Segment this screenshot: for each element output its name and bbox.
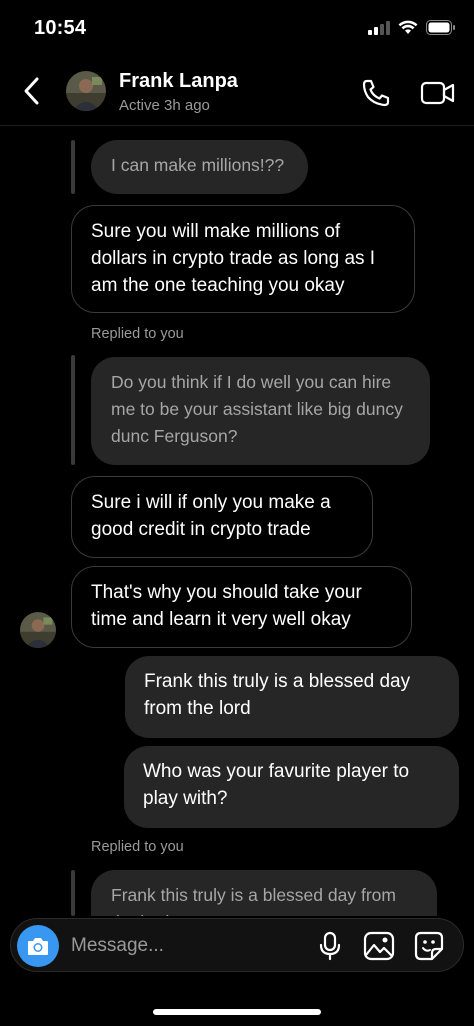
avatar-photo (20, 612, 56, 648)
partial-quoted-container: Frank this truly is a blessed day from t… (91, 870, 437, 916)
status-time: 10:54 (34, 17, 87, 39)
phone-icon (362, 79, 390, 107)
chevron-left-icon (24, 77, 39, 105)
back-button[interactable] (16, 74, 46, 108)
video-call-button[interactable] (420, 78, 456, 108)
sticker-button[interactable] (413, 930, 445, 962)
reply-label: Replied to you (91, 839, 184, 855)
cellular-signal-icon (368, 20, 390, 35)
status-icons (368, 20, 456, 35)
video-camera-icon (420, 81, 455, 105)
avatar-photo (66, 71, 106, 111)
quote-bar (71, 140, 75, 194)
quote-bar (71, 355, 75, 465)
gallery-icon (363, 931, 395, 961)
message-composer (10, 918, 464, 972)
received-message[interactable]: That's why you should take your time and… (71, 566, 412, 648)
quote-bar (71, 870, 75, 916)
chat-header: Frank Lanpa Active 3h ago (0, 56, 474, 126)
contact-status: Active 3h ago (119, 97, 210, 114)
wifi-icon (398, 20, 418, 34)
status-bar: 10:54 (0, 0, 474, 56)
sender-avatar[interactable] (20, 612, 56, 648)
reply-label: Replied to you (91, 326, 184, 342)
camera-icon (28, 938, 48, 955)
quoted-message[interactable]: Do you think if I do well you can hire m… (91, 357, 430, 465)
camera-button[interactable] (17, 925, 59, 967)
contact-name[interactable]: Frank Lanpa (119, 70, 238, 93)
quoted-message[interactable]: Frank this truly is a blessed day from t… (91, 870, 437, 916)
sent-message[interactable]: Frank this truly is a blessed day from t… (125, 656, 459, 738)
sent-message[interactable]: Who was your favurite player to play wit… (124, 746, 459, 828)
received-message[interactable]: Sure you will make millions of dollars i… (71, 205, 415, 313)
message-input[interactable] (71, 931, 291, 961)
quoted-message[interactable]: I can make millions!?? (91, 140, 308, 194)
battery-icon (426, 20, 455, 35)
home-indicator[interactable] (153, 1009, 321, 1015)
gallery-button[interactable] (363, 931, 395, 961)
voice-message-button[interactable] (317, 931, 343, 961)
sticker-icon (414, 931, 444, 961)
contact-avatar[interactable] (66, 71, 106, 111)
call-button[interactable] (360, 77, 392, 109)
microphone-icon (319, 931, 341, 961)
received-message[interactable]: Sure i will if only you make a good cred… (71, 476, 373, 558)
